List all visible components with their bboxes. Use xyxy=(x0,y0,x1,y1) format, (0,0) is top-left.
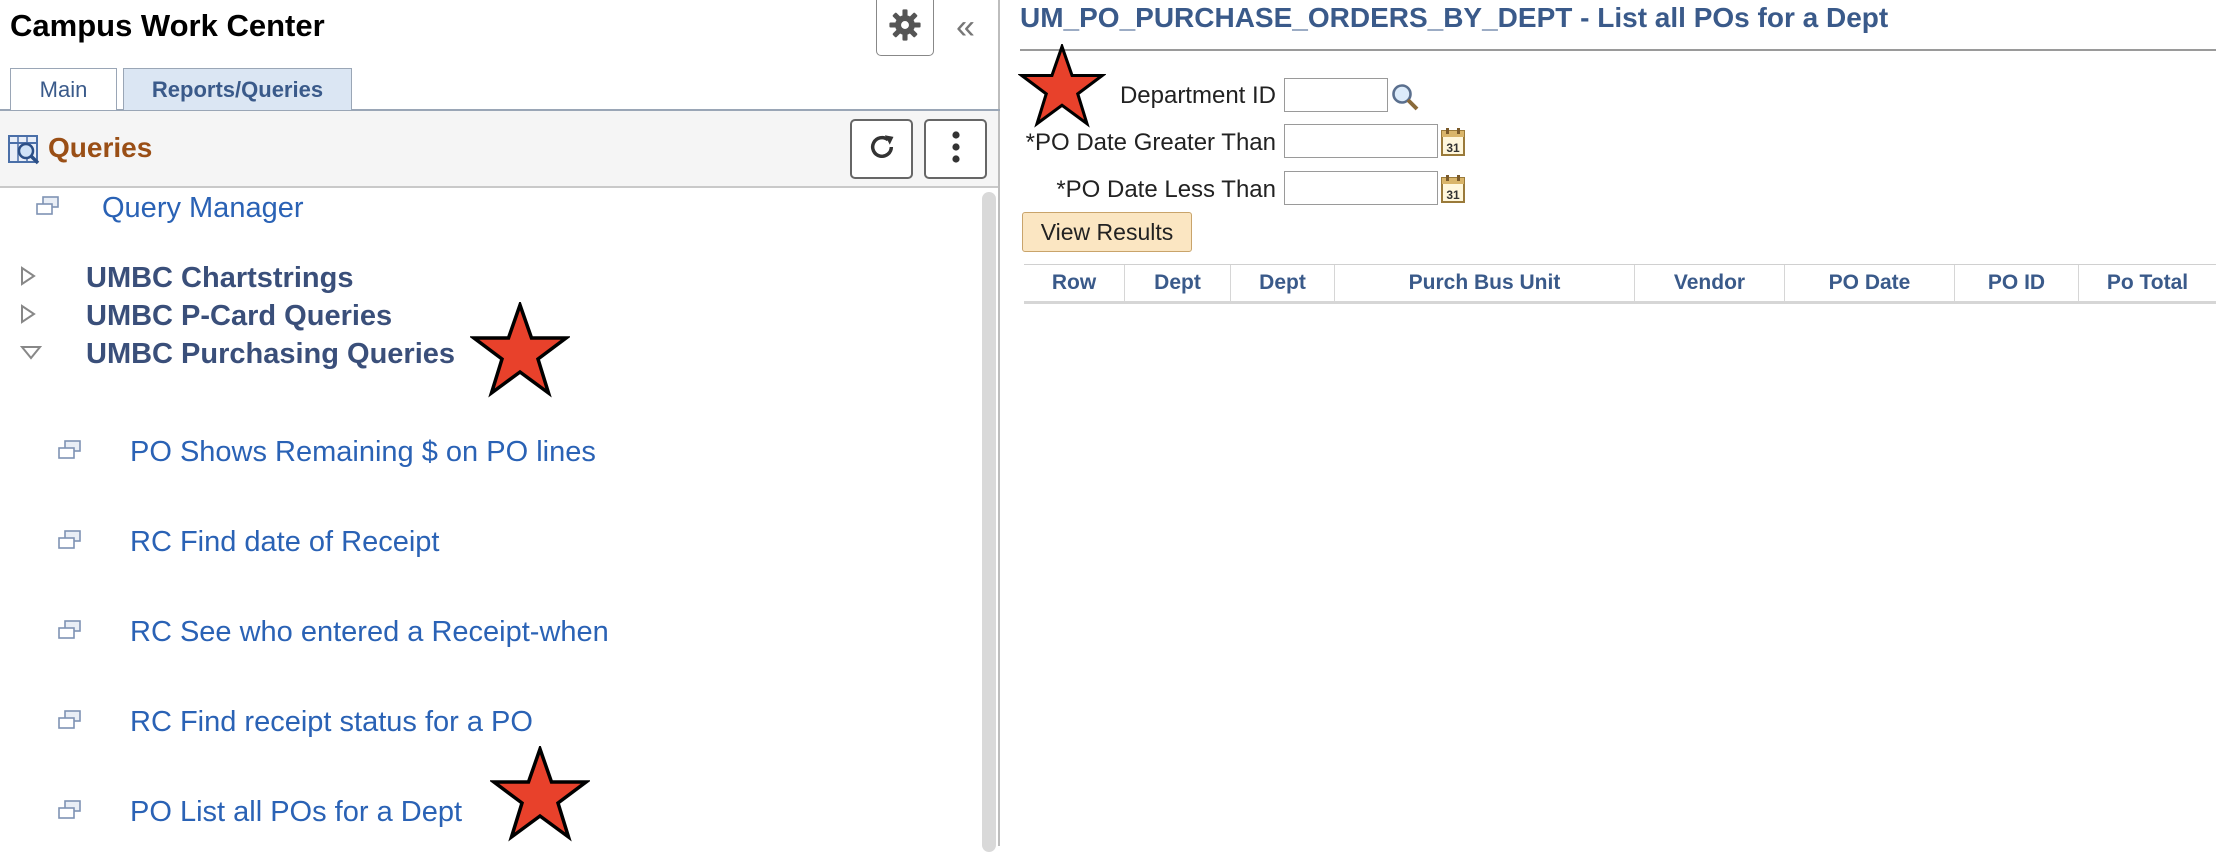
work-center-panel: Campus Work Center « Main Reports/Querie… xyxy=(0,0,1000,852)
results-grid-header: Row Dept Dept Purch Bus Unit Vendor PO D… xyxy=(1024,264,2216,304)
column-header-purch-bus-unit[interactable]: Purch Bus Unit xyxy=(1334,265,1634,301)
list-item-rc-receipt-status[interactable]: RC Find receipt status for a PO xyxy=(58,706,533,739)
list-item-rc-who-entered[interactable]: RC See who entered a Receipt-when xyxy=(58,616,609,649)
report-title: UM_PO_PURCHASE_ORDERS_BY_DEPT - List all… xyxy=(1020,2,1889,33)
panel-scrollbar[interactable] xyxy=(982,192,996,852)
work-center-title: Campus Work Center xyxy=(10,8,325,43)
calendar-icon[interactable]: 31 xyxy=(1440,174,1466,209)
collapse-panel-icon[interactable]: « xyxy=(956,8,975,47)
folder-label: UMBC Purchasing Queries xyxy=(86,338,456,370)
settings-button[interactable] xyxy=(876,0,934,56)
related-content-icon xyxy=(58,620,82,645)
related-content-icon xyxy=(58,530,82,555)
related-content-icon xyxy=(58,800,82,825)
list-item-query-manager[interactable]: Query Manager xyxy=(36,192,304,225)
po-date-less-input[interactable] xyxy=(1284,171,1438,205)
star-annotation-icon xyxy=(1017,41,1107,133)
department-id-input[interactable] xyxy=(1284,78,1388,112)
list-item-po-remaining[interactable]: PO Shows Remaining $ on PO lines xyxy=(58,436,596,469)
query-link[interactable]: PO List all POs for a Dept xyxy=(130,796,462,829)
folder-umbc-p-card-queries[interactable]: UMBC P-Card Queries xyxy=(20,300,392,333)
list-item-rc-date-receipt[interactable]: RC Find date of Receipt xyxy=(58,526,439,559)
folder-umbc-purchasing-queries[interactable]: UMBC Purchasing Queries xyxy=(19,338,456,371)
queries-header: Queries xyxy=(0,111,998,188)
expand-triangle-icon xyxy=(20,266,36,291)
work-center-tabs: Main Reports/Queries xyxy=(0,66,1000,111)
collapse-triangle-icon xyxy=(19,342,43,367)
report-panel: UM_PO_PURCHASE_ORDERS_BY_DEPT - List all… xyxy=(1000,0,2216,846)
query-link[interactable]: PO Shows Remaining $ on PO lines xyxy=(130,436,596,469)
folder-umbc-chartstrings[interactable]: UMBC Chartstrings xyxy=(20,262,353,295)
po-date-greater-label: *PO Date Greater Than xyxy=(1025,129,1276,156)
star-annotation-icon xyxy=(468,299,572,403)
expand-triangle-icon xyxy=(20,304,36,329)
query-manager-link[interactable]: Query Manager xyxy=(102,192,304,225)
column-header-dept[interactable]: Dept xyxy=(1124,265,1230,301)
svg-text:31: 31 xyxy=(1446,188,1460,202)
view-results-button[interactable]: View Results xyxy=(1022,212,1192,252)
refresh-button[interactable] xyxy=(850,119,913,179)
search-icon[interactable] xyxy=(1390,82,1420,117)
po-date-greater-input[interactable] xyxy=(1284,124,1438,158)
queries-title: Queries xyxy=(48,132,153,163)
related-content-icon xyxy=(58,710,82,735)
title-divider xyxy=(1020,49,2216,51)
column-header-po-date[interactable]: PO Date xyxy=(1784,265,1954,301)
query-report-icon xyxy=(8,133,40,170)
related-content-icon xyxy=(58,440,82,465)
folder-label: UMBC Chartstrings xyxy=(86,262,354,294)
refresh-icon xyxy=(866,131,898,168)
query-link[interactable]: RC See who entered a Receipt-when xyxy=(130,616,609,649)
more-vertical-icon xyxy=(951,130,961,169)
related-content-icon xyxy=(36,196,60,221)
department-id-label: Department ID xyxy=(1119,82,1276,109)
query-link[interactable]: RC Find date of Receipt xyxy=(130,526,439,559)
column-header-row[interactable]: Row xyxy=(1024,265,1124,301)
svg-text:31: 31 xyxy=(1446,141,1460,155)
query-link[interactable]: RC Find receipt status for a PO xyxy=(130,706,533,739)
list-item-po-list-dept[interactable]: PO List all POs for a Dept xyxy=(58,796,462,829)
column-header-vendor[interactable]: Vendor xyxy=(1634,265,1784,301)
gear-icon xyxy=(888,8,922,47)
tab-main[interactable]: Main xyxy=(10,68,117,110)
column-header-po-id[interactable]: PO ID xyxy=(1954,265,2078,301)
tab-reports-queries[interactable]: Reports/Queries xyxy=(123,68,352,110)
star-annotation-icon xyxy=(488,743,592,847)
calendar-icon[interactable]: 31 xyxy=(1440,127,1466,162)
column-header-dept-2[interactable]: Dept xyxy=(1230,265,1334,301)
column-header-po-total[interactable]: Po Total xyxy=(2078,265,2216,301)
po-date-less-label: *PO Date Less Than xyxy=(1056,176,1276,203)
more-options-button[interactable] xyxy=(924,119,987,179)
folder-label: UMBC P-Card Queries xyxy=(86,300,393,332)
